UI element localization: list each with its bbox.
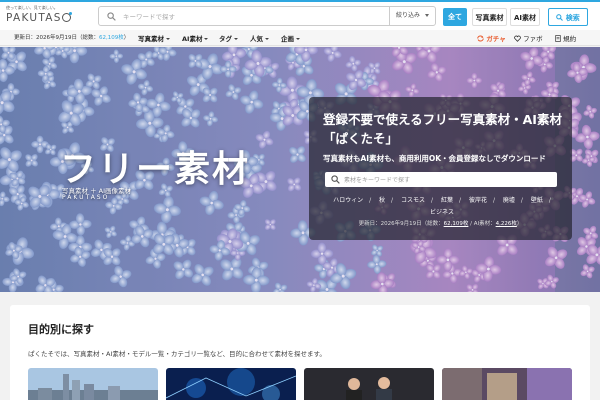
search-button[interactable]: 検索	[548, 8, 588, 26]
ai-material-button[interactable]: AI素材	[510, 8, 540, 26]
tag-link[interactable]: 紅葉	[441, 197, 453, 204]
panel-heading: 登録不要で使えるフリー写真素材・AI素材「ぱくたそ」	[323, 112, 562, 146]
logo-wordmark: PAKUTAS	[6, 11, 94, 25]
nav-popular[interactable]: 人気	[250, 33, 269, 43]
search-icon	[556, 14, 564, 21]
section-description: ぱくたそでは、写真素材・AI素材・モデル一覧・カテゴリ一覧など、目的に合わせて素…	[28, 350, 326, 358]
popular-tags: ハロウィン / 秋 / コスモス / 紅葉 / 彼岸花 / 廃墟 / 壁紙 / ビジネス	[329, 195, 555, 219]
panel-stats: 更新日：2026年9月19日（総数：62,109枚 / AI素材：4,226枚）	[358, 221, 523, 227]
tag-separator: /	[391, 197, 394, 204]
thumbnail-network[interactable]	[166, 368, 296, 400]
total-count-link[interactable]: 62,109枚	[99, 35, 124, 41]
panel-search-box[interactable]: 素材をキーワードで探す	[325, 172, 557, 187]
photo-material-button[interactable]: 写真素材	[472, 8, 507, 26]
tag-link[interactable]: 廃墟	[503, 197, 515, 204]
tag-link[interactable]: 秋	[379, 197, 385, 204]
chevron-down-icon	[265, 38, 269, 40]
hero-search-panel: 登録不要で使えるフリー写真素材・AI素材「ぱくたそ」 写真素材もAI素材も、商用…	[309, 97, 572, 240]
nav-photo-material[interactable]: 写真素材	[138, 33, 170, 43]
tag-separator: /	[458, 197, 462, 204]
tag-link[interactable]: コスモス	[401, 197, 425, 204]
shuffle-icon	[477, 35, 484, 42]
total-count-link[interactable]: 62,109枚	[444, 221, 469, 227]
thumbnail-cityscape[interactable]	[28, 368, 158, 400]
panel-search-input[interactable]: 素材をキーワードで探す	[344, 175, 410, 184]
panel-subheading: 写真素材もAI素材も、商用利用OK・会員登録なしでダウンロード	[323, 154, 546, 163]
all-button[interactable]: 全て	[443, 8, 467, 26]
update-info: 更新日：2026年9月19日（総数：62,109枚）	[14, 35, 130, 41]
filter-dropdown[interactable]: 絞り込み	[389, 7, 435, 25]
tag-link[interactable]: ハロウィン	[333, 197, 363, 204]
chevron-down-icon	[166, 38, 170, 40]
tag-separator: /	[369, 197, 372, 204]
nav-ai-material[interactable]: AI素材	[182, 33, 209, 43]
search-icon	[331, 175, 340, 184]
nav-projects[interactable]: 企画	[281, 33, 300, 43]
tag-link[interactable]: 壁紙	[531, 197, 543, 204]
tag-link[interactable]: ビジネス	[430, 209, 454, 216]
chevron-down-icon	[234, 38, 238, 40]
hero-banner: フリー素材 写真素材 ＋ AI画像素材 PAKUTASO 登録不要で使えるフリー…	[0, 47, 600, 292]
thumbnail-business-people[interactable]	[304, 368, 434, 400]
logo-o-mark	[61, 12, 72, 22]
hero-brand: PAKUTASO	[62, 194, 110, 201]
tag-separator: /	[548, 197, 551, 204]
heart-icon	[514, 35, 521, 42]
search-icon	[107, 12, 116, 21]
chevron-down-icon	[425, 14, 429, 17]
tag-link[interactable]: 彼岸花	[469, 197, 487, 204]
site-logo[interactable]: 使って楽しい、見て楽しい。 PAKUTAS	[6, 5, 94, 29]
tag-separator: /	[492, 197, 495, 204]
terms-link[interactable]: 規約	[555, 33, 576, 43]
tag-separator: /	[431, 197, 434, 204]
document-icon	[555, 35, 561, 42]
sub-navigation: 更新日：2026年9月19日（総数：62,109枚） 写真素材 AI素材 タグ …	[0, 30, 600, 46]
gacha-link[interactable]: ガチャ	[477, 33, 506, 43]
header-search-box[interactable]: キーワードで探す 絞り込み	[98, 6, 436, 26]
search-input[interactable]: キーワードで探す	[123, 11, 175, 21]
ai-count-link[interactable]: 4,226枚	[496, 221, 517, 227]
chevron-down-icon	[296, 38, 300, 40]
nav-tags[interactable]: タグ	[219, 33, 238, 43]
purpose-section: 目的別に探す ぱくたそでは、写真素材・AI素材・モデル一覧・カテゴリ一覧など、目…	[10, 305, 590, 400]
thumbnail-abandoned-room[interactable]	[442, 368, 572, 400]
site-header: 使って楽しい、見て楽しい。 PAKUTAS キーワードで探す 絞り込み 全て 写…	[0, 0, 600, 30]
favorites-link[interactable]: ファボ	[514, 33, 543, 43]
chevron-down-icon	[204, 38, 209, 40]
section-title: 目的別に探す	[28, 323, 94, 336]
tag-separator: /	[520, 197, 523, 204]
